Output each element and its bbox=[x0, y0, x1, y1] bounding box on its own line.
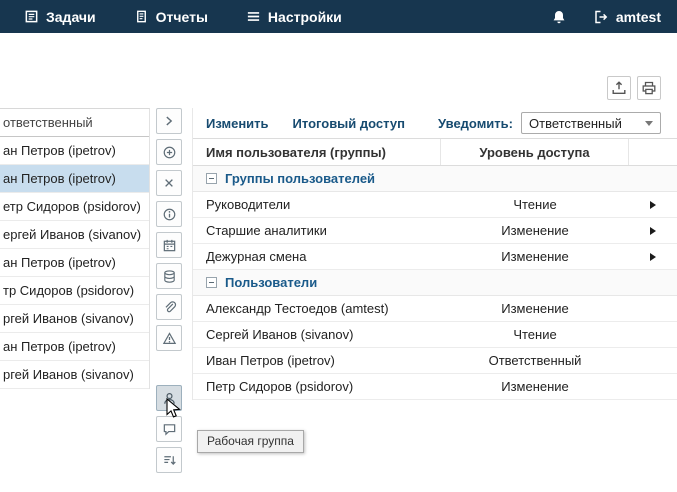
attachment-icon[interactable] bbox=[156, 294, 182, 320]
user-row[interactable]: Сергей Иванов (sivanov) Чтение bbox=[193, 322, 677, 348]
page-action-icons bbox=[607, 76, 661, 100]
grid-header: Имя пользователя (группы) Уровень доступ… bbox=[193, 138, 677, 166]
tasks-icon bbox=[24, 9, 39, 24]
group-name: Дежурная смена bbox=[193, 249, 441, 264]
column-header-name: Имя пользователя (группы) bbox=[193, 139, 441, 165]
user-row[interactable]: Петр Сидоров (psidorov) Изменение bbox=[193, 374, 677, 400]
calendar-icon[interactable] bbox=[156, 232, 182, 258]
list-item[interactable]: ергей Иванов (sivanov) bbox=[0, 221, 149, 249]
nav-item-tasks-label: Задачи bbox=[46, 9, 96, 25]
total-access-link[interactable]: Итоговый доступ bbox=[293, 116, 405, 131]
list-item[interactable]: ргей Иванов (sivanov) bbox=[0, 361, 149, 389]
group-row[interactable]: Дежурная смена Изменение bbox=[193, 244, 677, 270]
chevron-down-icon bbox=[645, 121, 653, 126]
nav-item-settings[interactable]: Настройки bbox=[246, 9, 342, 25]
reports-icon bbox=[134, 9, 149, 24]
user-name: Сергей Иванов (sivanov) bbox=[193, 327, 441, 342]
group-row[interactable]: Старшие аналитики Изменение bbox=[193, 218, 677, 244]
access-level: Изменение bbox=[441, 223, 629, 238]
collapse-icon[interactable] bbox=[206, 173, 217, 184]
database-icon[interactable] bbox=[156, 263, 182, 289]
app-window: { "nav": { "items": [ { "label": "Задачи… bbox=[0, 0, 677, 492]
list-item[interactable]: ан Петров (ipetrov) bbox=[0, 137, 149, 165]
section-users: Пользователи bbox=[193, 270, 677, 296]
nav-item-reports[interactable]: Отчеты bbox=[134, 9, 208, 25]
column-header-actions bbox=[629, 139, 677, 165]
comments-icon[interactable] bbox=[156, 416, 182, 442]
submenu-arrow-icon[interactable] bbox=[650, 227, 656, 235]
responsible-list-header: ответственный bbox=[0, 109, 149, 137]
list-item-selected[interactable]: ан Петров (ipetrov) bbox=[0, 165, 149, 193]
submenu-arrow-icon[interactable] bbox=[650, 201, 656, 209]
access-level: Изменение bbox=[441, 301, 629, 316]
top-navigation: Задачи Отчеты Настройки amtest bbox=[0, 0, 677, 33]
print-icon[interactable] bbox=[637, 76, 661, 100]
submenu-arrow-icon[interactable] bbox=[650, 253, 656, 261]
settings-icon bbox=[246, 9, 261, 24]
section-users-title: Пользователи bbox=[225, 275, 317, 290]
username-label: amtest bbox=[616, 9, 661, 25]
access-level: Изменение bbox=[441, 249, 629, 264]
list-item[interactable]: ан Петров (ipetrov) bbox=[0, 333, 149, 361]
column-header-level: Уровень доступа bbox=[441, 139, 629, 165]
warning-icon[interactable] bbox=[156, 325, 182, 351]
edit-link[interactable]: Изменить bbox=[206, 116, 269, 131]
list-item[interactable]: етр Сидоров (psidorov) bbox=[0, 193, 149, 221]
user-name: Иван Петров (ipetrov) bbox=[193, 353, 441, 368]
user-name: Петр Сидоров (psidorov) bbox=[193, 379, 441, 394]
section-groups: Группы пользователей bbox=[193, 166, 677, 192]
user-name: Александр Тестоедов (amtest) bbox=[193, 301, 441, 316]
nav-right-group: amtest bbox=[551, 9, 661, 25]
user-row[interactable]: Иван Петров (ipetrov) Ответственный bbox=[193, 348, 677, 374]
notify-group: Уведомить: Ответственный bbox=[438, 112, 661, 134]
add-icon[interactable] bbox=[156, 139, 182, 165]
access-panel-toolbar: Изменить Итоговый доступ Уведомить: Отве… bbox=[193, 108, 677, 138]
side-toolbar bbox=[156, 108, 183, 473]
expand-icon[interactable] bbox=[156, 108, 182, 134]
user-menu[interactable]: amtest bbox=[593, 9, 661, 25]
workgroup-icon[interactable] bbox=[156, 385, 182, 411]
list-item[interactable]: ан Петров (ipetrov) bbox=[0, 249, 149, 277]
collapse-icon[interactable] bbox=[206, 277, 217, 288]
logout-icon bbox=[593, 9, 609, 25]
export-icon[interactable] bbox=[607, 76, 631, 100]
nav-item-reports-label: Отчеты bbox=[156, 9, 208, 25]
responsible-list: ответственный ан Петров (ipetrov) ан Пет… bbox=[0, 108, 150, 389]
nav-item-settings-label: Настройки bbox=[268, 9, 342, 25]
access-level: Чтение bbox=[441, 327, 629, 342]
sort-icon[interactable] bbox=[156, 447, 182, 473]
list-item[interactable]: ргей Иванов (sivanov) bbox=[0, 305, 149, 333]
list-item[interactable]: тр Сидоров (psidorov) bbox=[0, 277, 149, 305]
group-name: Руководители bbox=[193, 197, 441, 212]
close-icon[interactable] bbox=[156, 170, 182, 196]
notify-select-value: Ответственный bbox=[529, 116, 622, 131]
group-name: Старшие аналитики bbox=[193, 223, 441, 238]
section-groups-title: Группы пользователей bbox=[225, 171, 375, 186]
workgroup-tooltip: Рабочая группа bbox=[197, 430, 304, 453]
group-row[interactable]: Руководители Чтение bbox=[193, 192, 677, 218]
nav-item-tasks[interactable]: Задачи bbox=[24, 9, 96, 25]
access-level: Ответственный bbox=[441, 353, 629, 368]
access-level: Чтение bbox=[441, 197, 629, 212]
notify-select[interactable]: Ответственный bbox=[521, 112, 661, 134]
notify-label: Уведомить: bbox=[438, 116, 513, 131]
user-row[interactable]: Александр Тестоедов (amtest) Изменение bbox=[193, 296, 677, 322]
access-level: Изменение bbox=[441, 379, 629, 394]
info-icon[interactable] bbox=[156, 201, 182, 227]
access-rights-panel: Изменить Итоговый доступ Уведомить: Отве… bbox=[192, 108, 677, 400]
notifications-bell-icon[interactable] bbox=[551, 9, 567, 25]
